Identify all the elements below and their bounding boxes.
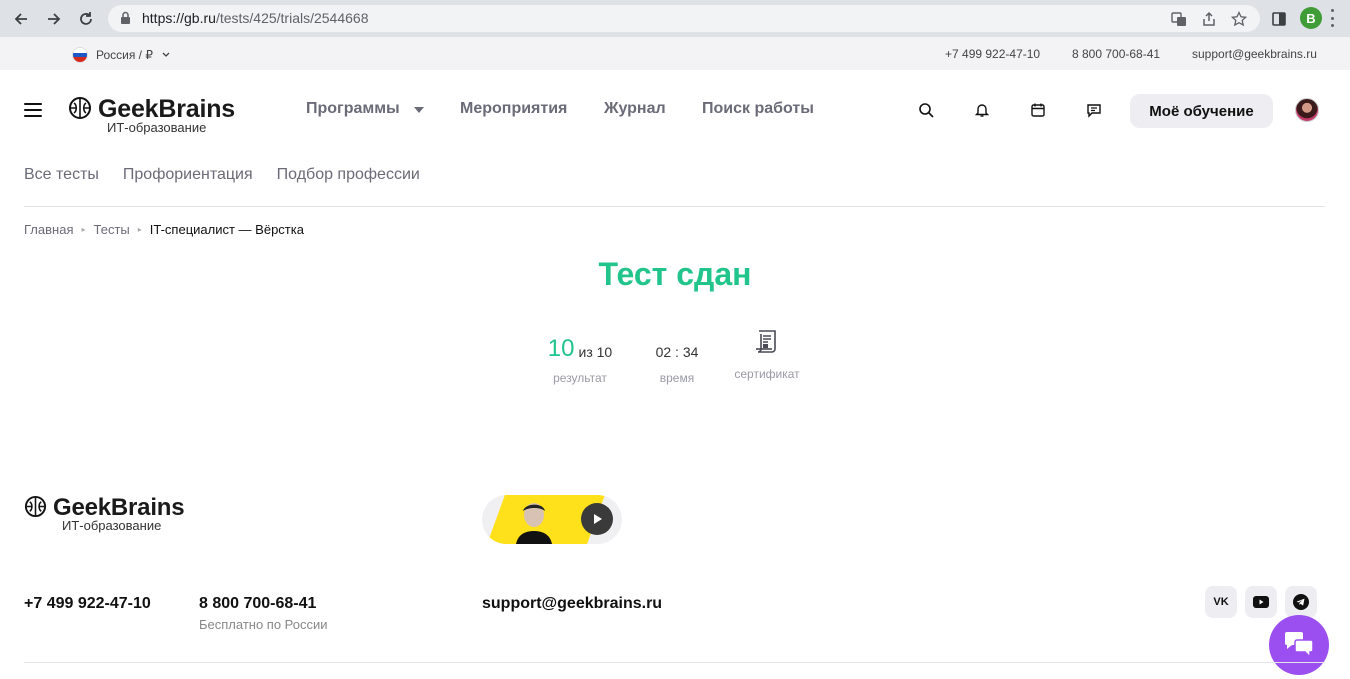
nav-journal[interactable]: Журнал: [604, 100, 666, 118]
breadcrumb-separator-icon: ▸: [137, 225, 142, 234]
translate-icon[interactable]: [1170, 10, 1188, 28]
youtube-icon[interactable]: [1245, 586, 1277, 618]
calendar-icon[interactable]: [1029, 101, 1047, 119]
message-icon[interactable]: [1085, 101, 1103, 119]
hamburger-menu-icon[interactable]: [24, 103, 42, 117]
footer-logo-name: GeekBrains: [53, 494, 185, 521]
user-avatar[interactable]: [1295, 98, 1319, 122]
breadcrumb-tests[interactable]: Тесты: [94, 222, 130, 237]
chevron-down-icon: [161, 48, 171, 62]
subnav-profession-match[interactable]: Подбор профессии: [277, 166, 420, 184]
subnav-all-tests[interactable]: Все тесты: [24, 166, 99, 184]
footer-email[interactable]: support@geekbrains.ru: [482, 595, 662, 613]
lock-icon: [120, 11, 131, 30]
brain-logo-icon: [24, 495, 47, 518]
region-label: Россия / ₽: [96, 48, 153, 62]
promo-video-thumbnail[interactable]: [482, 495, 622, 544]
presenter-photo: [516, 503, 552, 544]
menu-kebab-icon[interactable]: [1330, 9, 1334, 27]
reload-icon[interactable]: [74, 7, 98, 31]
footer-phone-note: Бесплатно по России: [199, 617, 328, 632]
chat-bubbles-icon: [1285, 632, 1314, 659]
chat-widget-button[interactable]: [1269, 615, 1329, 675]
certificate-label: сертификат: [734, 367, 800, 381]
brain-logo-icon: [69, 97, 91, 119]
score-total: из 10: [578, 344, 613, 360]
share-icon[interactable]: [1200, 10, 1218, 28]
play-icon[interactable]: [581, 503, 613, 535]
address-bar[interactable]: https://gb.ru/tests/425/trials/2544668: [108, 5, 1260, 32]
russia-flag-icon: [72, 47, 88, 63]
tests-subnav: Все тесты Профориентация Подбор професси…: [24, 166, 420, 184]
my-learning-button[interactable]: Моё обучение: [1130, 94, 1273, 128]
telegram-icon[interactable]: [1285, 586, 1317, 618]
time-label: время: [659, 371, 695, 385]
top-phone-1[interactable]: +7 499 922-47-10: [945, 47, 1040, 61]
footer-phone-2[interactable]: 8 800 700-68-41: [199, 595, 316, 613]
breadcrumb-home[interactable]: Главная: [24, 222, 73, 237]
subnav-career-guidance[interactable]: Профориентация: [123, 166, 253, 184]
logo-tagline: ИТ-образование: [107, 120, 207, 135]
top-phone-2[interactable]: 8 800 700-68-41: [1072, 47, 1160, 61]
bell-icon[interactable]: [973, 101, 991, 119]
browser-toolbar: https://gb.ru/tests/425/trials/2544668 B: [0, 0, 1350, 37]
time-stat: 02 : 34 время: [640, 333, 714, 385]
certificate-icon[interactable]: [753, 327, 781, 360]
score-label: результат: [553, 371, 607, 385]
logo-name: GeekBrains: [98, 95, 235, 123]
search-icon[interactable]: [917, 101, 935, 119]
subnav-divider: [24, 206, 1325, 207]
url-text: https://gb.ru/tests/425/trials/2544668: [142, 10, 369, 26]
result-title: Тест сдан: [598, 256, 752, 292]
footer-logo[interactable]: GeekBrains ИТ-образование: [24, 494, 185, 533]
profile-avatar[interactable]: B: [1300, 7, 1322, 29]
score-stat: 10 из 10 результат: [540, 333, 620, 385]
certificate-stat[interactable]: сертификат: [724, 323, 810, 381]
region-selector[interactable]: Россия / ₽: [72, 47, 171, 63]
header-logo[interactable]: GeekBrains ИТ-образование: [68, 96, 235, 134]
forward-icon[interactable]: [42, 7, 66, 31]
side-panel-icon[interactable]: [1267, 7, 1291, 31]
caret-down-icon: [413, 100, 424, 118]
footer-logo-tagline: ИТ-образование: [62, 518, 162, 533]
nav-job-search[interactable]: Поиск работы: [702, 100, 814, 118]
time-value: 02 : 34: [655, 344, 699, 360]
footer-phone-1[interactable]: +7 499 922-47-10: [24, 595, 151, 613]
top-info-bar: Россия / ₽ +7 499 922-47-10 8 800 700-68…: [0, 37, 1350, 70]
nav-events[interactable]: Мероприятия: [460, 100, 567, 118]
vk-icon[interactable]: VK: [1205, 586, 1237, 618]
back-icon[interactable]: [9, 7, 33, 31]
top-email[interactable]: support@geekbrains.ru: [1192, 47, 1317, 61]
breadcrumb-separator-icon: ▸: [81, 225, 86, 234]
score-value: 10: [547, 335, 575, 362]
nav-programs[interactable]: Программы: [306, 100, 424, 118]
bookmark-star-icon[interactable]: [1230, 10, 1248, 28]
breadcrumb: Главная ▸ Тесты ▸ IT-специалист — Вёрстк…: [24, 222, 304, 237]
footer-divider: [24, 662, 1325, 663]
breadcrumb-current: IT-специалист — Вёрстка: [149, 222, 304, 237]
